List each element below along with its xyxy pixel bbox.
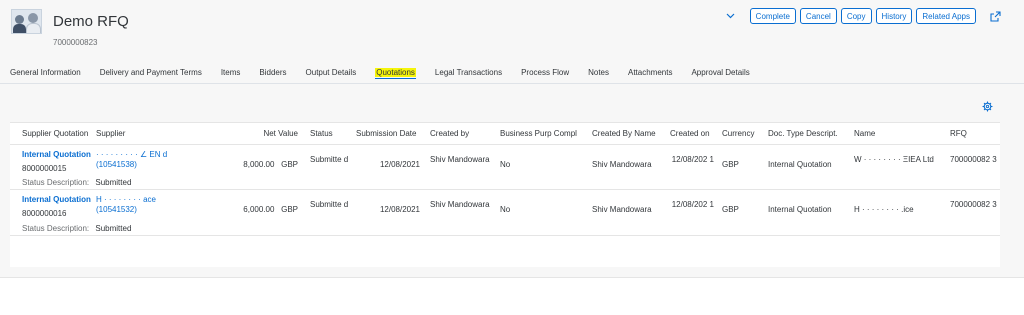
- quotation-link[interactable]: Internal Quotation: [22, 150, 94, 160]
- complete-button[interactable]: Complete: [749, 8, 796, 24]
- col-created-by[interactable]: Created by: [428, 123, 498, 145]
- col-submission-date[interactable]: Submission Date: [354, 123, 428, 145]
- chevron-down-icon[interactable]: [722, 8, 740, 24]
- currency: GBP: [722, 159, 739, 169]
- tab-output-details[interactable]: Output Details: [306, 68, 357, 77]
- net-value: 6,000.00: [243, 205, 275, 214]
- submission-date: 12/08/2021: [379, 205, 420, 214]
- status-description-value: Submitted: [95, 178, 132, 188]
- net-value: 8,000.00: [243, 159, 275, 169]
- status-cell: Submitte d: [310, 200, 349, 209]
- created-on: 12/08/202 1: [671, 154, 714, 164]
- col-net-value[interactable]: Net Value: [214, 123, 308, 145]
- status-description-label: Status Description:: [22, 178, 90, 188]
- supplier-name-link[interactable]: Η · · · · · · · · ace: [96, 195, 214, 205]
- currency: GBP: [722, 205, 739, 214]
- col-supplier[interactable]: Supplier: [94, 123, 214, 145]
- created-by: Shiv Mandowara: [430, 200, 490, 209]
- tab-notes[interactable]: Notes: [588, 68, 609, 77]
- object-header: Demo RFQ 7000000823 Complete Cancel Copy…: [0, 0, 1024, 60]
- quotations-table: Supplier Quotation Supplier Net Value St…: [10, 123, 1000, 236]
- rfq-number: 700000082 3: [950, 154, 997, 164]
- business-purp-compl: No: [500, 159, 511, 169]
- quotation-link[interactable]: Internal Quotation: [22, 195, 94, 205]
- col-supplier-quotation[interactable]: Supplier Quotation: [10, 123, 94, 145]
- cancel-button[interactable]: Cancel: [799, 8, 837, 24]
- tab-quotations[interactable]: Quotations: [375, 68, 416, 79]
- tab-approval-details[interactable]: Approval Details: [691, 68, 749, 77]
- rfq-avatar: [11, 9, 42, 34]
- status-description-row: Status Description: Submitted: [10, 173, 1000, 190]
- created-by: Shiv Mandowara: [430, 154, 490, 164]
- tab-delivery-and-payment-terms[interactable]: Delivery and Payment Terms: [100, 68, 202, 77]
- status-description-row: Status Description: Submitted: [10, 219, 1000, 236]
- tab-bar: General Information Delivery and Payment…: [0, 62, 1024, 84]
- quotation-number: 8000000015: [22, 163, 67, 173]
- supplier-id-link[interactable]: (10541538): [96, 160, 214, 170]
- header-actions: Complete Cancel Copy History Related App…: [722, 8, 1002, 24]
- quotation-number: 8000000016: [22, 209, 67, 218]
- doc-type-descript: Internal Quotation: [768, 205, 832, 214]
- gear-icon[interactable]: [982, 101, 993, 112]
- tab-bidders[interactable]: Bidders: [259, 68, 286, 77]
- supplier-name: H · · · · · · · · .ice: [854, 205, 914, 214]
- quotations-table-card: Supplier Quotation Supplier Net Value St…: [10, 122, 1000, 267]
- doc-type-descript: Internal Quotation: [768, 159, 832, 169]
- tab-general-information[interactable]: General Information: [10, 68, 81, 77]
- col-currency[interactable]: Currency: [720, 123, 766, 145]
- status-description-label: Status Description:: [22, 223, 90, 233]
- col-rfq[interactable]: RFQ: [948, 123, 1000, 145]
- table-row[interactable]: Internal Quotation 8000000015 · · · · · …: [10, 144, 1000, 174]
- business-purp-compl: No: [500, 205, 511, 214]
- history-button[interactable]: History: [875, 8, 913, 24]
- tab-attachments[interactable]: Attachments: [628, 68, 672, 77]
- col-status[interactable]: Status: [308, 123, 354, 145]
- net-value-currency: GBP: [281, 159, 298, 169]
- page-subtitle: 7000000823: [53, 38, 98, 47]
- tab-legal-transactions[interactable]: Legal Transactions: [435, 68, 502, 77]
- col-created-on[interactable]: Created on: [668, 123, 720, 145]
- related-apps-button[interactable]: Related Apps: [916, 8, 976, 24]
- col-name[interactable]: Name: [852, 123, 948, 145]
- col-doc-type-descript[interactable]: Doc. Type Descript.: [766, 123, 852, 145]
- supplier-id-link[interactable]: (10541532): [96, 205, 214, 215]
- net-value-currency: GBP: [281, 205, 298, 214]
- created-on: 12/08/202 1: [671, 200, 714, 209]
- created-by-name: Shiv Mandowara: [592, 159, 652, 169]
- col-business-purp-compl[interactable]: Business Purp Compl: [498, 123, 590, 145]
- share-icon[interactable]: [988, 9, 1002, 23]
- tab-items[interactable]: Items: [221, 68, 241, 77]
- table-row[interactable]: Internal Quotation 8000000016 Η · · · · …: [10, 190, 1000, 220]
- status-description-value: Submitted: [95, 223, 132, 233]
- rfq-number: 700000082 3: [950, 200, 997, 209]
- tab-process-flow[interactable]: Process Flow: [521, 68, 569, 77]
- col-created-by-name[interactable]: Created By Name: [590, 123, 668, 145]
- supplier-name: W · · · · · · · · ΞΙΕΑ Ltd: [854, 154, 934, 164]
- submission-date: 12/08/2021: [379, 159, 420, 169]
- copy-button[interactable]: Copy: [840, 8, 872, 24]
- supplier-name-link[interactable]: · · · · · · · · · ∠ ΕΝ d: [96, 150, 214, 160]
- created-by-name: Shiv Mandowara: [592, 205, 652, 214]
- page-title: Demo RFQ: [53, 13, 129, 30]
- page-background: Demo RFQ 7000000823 Complete Cancel Copy…: [0, 0, 1024, 278]
- status-cell: Submitte d: [310, 154, 349, 164]
- table-header-row: Supplier Quotation Supplier Net Value St…: [10, 123, 1000, 145]
